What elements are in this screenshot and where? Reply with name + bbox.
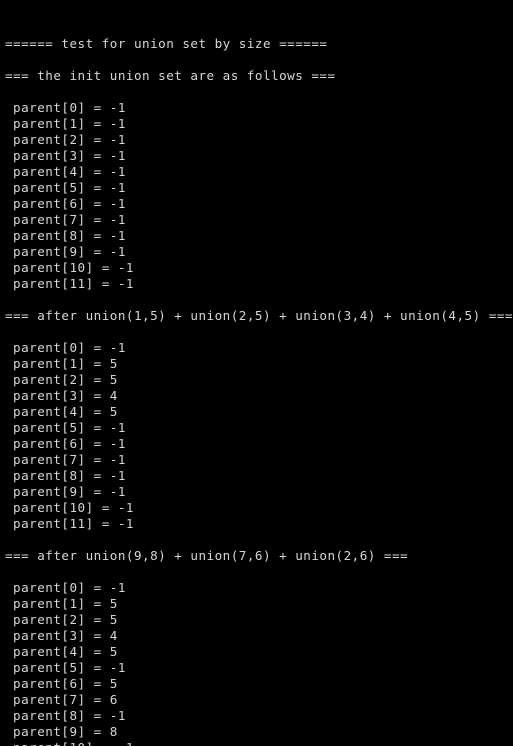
- terminal-header-line: === after union(9,8) + union(7,6) + unio…: [5, 548, 409, 563]
- terminal-output-line: parent[10] = -1: [5, 500, 134, 515]
- terminal-header-line: === the init union set are as follows ==…: [5, 68, 336, 83]
- terminal-output-line: parent[0] = -1: [5, 100, 126, 115]
- terminal-output-line: parent[5] = -1: [5, 180, 126, 195]
- terminal-output-line: parent[10] = -1: [5, 260, 134, 275]
- terminal-output-line: parent[8] = -1: [5, 468, 126, 483]
- terminal-header-line: ====== test for union set by size ======: [5, 36, 328, 51]
- terminal-output-line: parent[1] = -1: [5, 116, 126, 131]
- terminal-output-line: parent[6] = -1: [5, 196, 126, 211]
- terminal-output-line: parent[2] = 5: [5, 612, 118, 627]
- terminal-output-line: parent[0] = -1: [5, 340, 126, 355]
- terminal-output-line: parent[9] = -1: [5, 244, 126, 259]
- terminal-output-line: parent[7] = 6: [5, 692, 118, 707]
- terminal-output-line: parent[3] = 4: [5, 628, 118, 643]
- terminal-output-line: parent[3] = 4: [5, 388, 118, 403]
- terminal-output-line: parent[8] = -1: [5, 708, 126, 723]
- terminal-output-line: parent[6] = -1: [5, 436, 126, 451]
- terminal-output-line: parent[1] = 5: [5, 356, 118, 371]
- terminal-output-line: parent[9] = 8: [5, 724, 118, 739]
- terminal-output-line: parent[4] = -1: [5, 164, 126, 179]
- terminal-output-line: parent[11] = -1: [5, 276, 134, 291]
- terminal-output-line: parent[7] = -1: [5, 212, 126, 227]
- terminal-output-line: parent[9] = -1: [5, 484, 126, 499]
- terminal-header-line: === after union(1,5) + union(2,5) + unio…: [5, 308, 513, 323]
- terminal-output[interactable]: ====== test for union set by size ======…: [0, 0, 513, 746]
- terminal-output-line: parent[10] = -1: [5, 740, 513, 746]
- terminal-output-line: parent[2] = -1: [5, 132, 126, 147]
- terminal-output-line: parent[5] = -1: [5, 420, 126, 435]
- terminal-output-line: parent[3] = -1: [5, 148, 126, 163]
- terminal-output-line: parent[4] = 5: [5, 404, 118, 419]
- terminal-output-line: parent[7] = -1: [5, 452, 126, 467]
- terminal-output-line: parent[5] = -1: [5, 660, 126, 675]
- terminal-output-line: parent[1] = 5: [5, 596, 118, 611]
- terminal-output-line: parent[8] = -1: [5, 228, 126, 243]
- terminal-output-line: parent[2] = 5: [5, 372, 118, 387]
- terminal-output-line: parent[6] = 5: [5, 676, 118, 691]
- terminal-output-line: parent[11] = -1: [5, 516, 134, 531]
- terminal-output-line: parent[0] = -1: [5, 580, 126, 595]
- terminal-output-line: parent[4] = 5: [5, 644, 118, 659]
